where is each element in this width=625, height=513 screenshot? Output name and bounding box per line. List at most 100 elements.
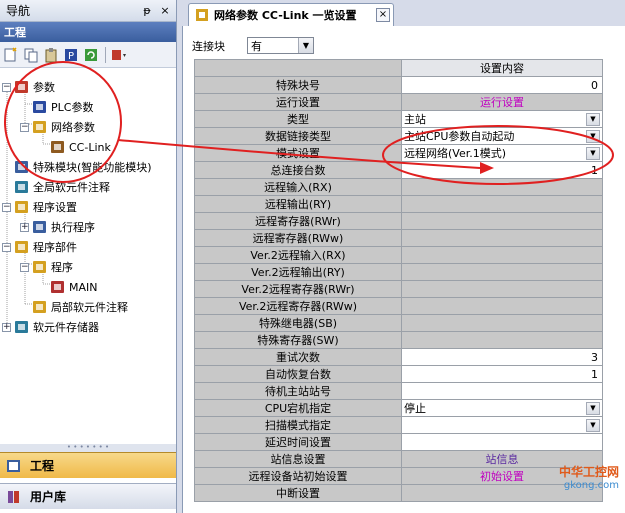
grid-row: 模式设置 远程网络(Ver.1模式) ▼ (194, 144, 603, 162)
connection-value: 有 (251, 39, 262, 53)
tree-item[interactable]: + 执行程序 (20, 218, 95, 236)
grid-row: 待机主站站号 (194, 382, 603, 400)
expand-icon[interactable]: + (2, 322, 11, 332)
grid-row-label: Ver.2远程寄存器(RWr) (194, 280, 402, 298)
cell-select-value: 主站 (404, 113, 426, 126)
pin-button[interactable]: ᵽ (140, 4, 154, 17)
tree-item[interactable]: PLC参数 (20, 98, 93, 116)
cell-select[interactable]: ▼ (404, 418, 600, 433)
tree-node-icon (50, 279, 66, 295)
grid-row: 远程寄存器(RWr) (194, 212, 603, 230)
collapse-icon[interactable]: − (2, 202, 11, 212)
grid-row-label: 类型 (194, 110, 402, 128)
toolbar-separator (105, 46, 106, 63)
tree-item[interactable]: MAIN (38, 278, 98, 296)
cell-button[interactable]: 运行设置 (480, 96, 524, 109)
chevron-down-icon: ▼ (586, 112, 600, 126)
tree-item[interactable]: − 程序 (20, 258, 73, 276)
tree-item[interactable]: − 程序设置 (2, 198, 77, 216)
tab-user-library[interactable]: 用户库 (0, 483, 176, 509)
connection-select[interactable]: 有 ▼ (247, 37, 314, 54)
grid-row: 站信息设置 站信息 (194, 450, 603, 468)
tab-project[interactable]: 工程 (0, 452, 176, 478)
tree-item-label: 全局软元件注释 (33, 181, 110, 194)
grid-row-value[interactable]: 停止 ▼ (401, 399, 603, 417)
grid-row-label: 运行设置 (194, 93, 402, 111)
tree-node-icon (14, 179, 30, 195)
grid-row-label: 延迟时间设置 (194, 433, 402, 451)
tree-item-label: 网络参数 (51, 121, 95, 134)
collapse-icon[interactable]: − (20, 262, 29, 272)
library-icon (8, 490, 19, 503)
svg-text:P: P (68, 51, 74, 62)
properties-icon[interactable]: P (62, 46, 80, 64)
grid-row-value[interactable] (401, 433, 603, 451)
cell-select[interactable]: 远程网络(Ver.1模式) ▼ (404, 146, 600, 161)
grid-row-label: 扫描模式指定 (194, 416, 402, 434)
tab-network-params[interactable]: 网络参数 CC-Link 一览设置 × (188, 3, 394, 26)
grid-row-value[interactable] (401, 382, 603, 400)
cell-select[interactable]: 主站 ▼ (404, 112, 600, 127)
grid-row-value[interactable]: 远程网络(Ver.1模式) ▼ (401, 144, 603, 162)
grid-row-value[interactable]: 0 (401, 76, 603, 94)
new-item-icon[interactable] (2, 46, 20, 64)
grid-row-label: 模式设置 (194, 144, 402, 162)
chevron-down-icon: ▼ (586, 418, 600, 432)
grid-row: 远程设备站初始设置 初始设置 (194, 467, 603, 485)
refresh-icon[interactable] (82, 46, 100, 64)
grid-row-value[interactable]: ▼ (401, 416, 603, 434)
cell-select-value: 远程网络(Ver.1模式) (404, 147, 507, 160)
tree-item[interactable]: − 网络参数 (20, 118, 95, 136)
grid-row: 自动恢复台数 1 (194, 365, 603, 383)
grid-row-value[interactable]: 3 (401, 348, 603, 366)
grid-row-value[interactable]: 1 (401, 365, 603, 383)
view-options-icon[interactable] (111, 46, 129, 64)
grid-row-value[interactable]: 1 (401, 161, 603, 179)
cell-button[interactable]: 初始设置 (480, 470, 524, 483)
tree-item[interactable]: + 软元件存储器 (2, 318, 99, 336)
grid-row-value[interactable]: 主站 ▼ (401, 110, 603, 128)
cell-button[interactable]: 站信息 (486, 453, 519, 466)
grid-header-settings: 设置内容 (401, 59, 603, 77)
project-icon (7, 459, 20, 472)
collapse-icon[interactable]: − (20, 122, 29, 132)
project-header: 工程 (0, 22, 176, 42)
tree-item[interactable]: CC-Link (38, 138, 111, 156)
grid-row: 扫描模式指定 ▼ (194, 416, 603, 434)
cell-select[interactable]: 主站CPU参数自动起动 ▼ (404, 129, 600, 144)
collapse-icon[interactable]: − (2, 242, 11, 252)
grid-row: Ver.2远程输入(RX) (194, 246, 603, 264)
grid-row-value[interactable]: 主站CPU参数自动起动 ▼ (401, 127, 603, 145)
expand-icon[interactable]: + (20, 222, 29, 232)
grid-row-label: Ver.2远程输出(RY) (194, 263, 402, 281)
tree-item[interactable]: − 程序部件 (2, 238, 77, 256)
tree-item[interactable]: 全局软元件注释 (2, 178, 110, 196)
tree-node-icon (32, 259, 48, 275)
tree-item[interactable]: − 参数 (2, 78, 55, 96)
paste-icon[interactable] (42, 46, 60, 64)
tree-item-label: CC-Link (69, 140, 111, 154)
grid-row-value (401, 229, 603, 247)
navigation-pane: 导航 ᵽ × 工程 P − 参数 PLC参数 − 网络参数 CC-Link 特殊… (0, 0, 177, 513)
copy-icon[interactable] (22, 46, 40, 64)
chevron-down-icon: ▼ (586, 401, 600, 415)
collapse-icon[interactable]: − (2, 82, 11, 92)
cell-select[interactable]: 停止 ▼ (404, 401, 600, 416)
pane-resize-grip[interactable]: • • • • • • • (0, 444, 176, 452)
tree-item[interactable]: 特殊模块(智能功能模块) (2, 158, 152, 176)
grid-row-label: 特殊寄存器(SW) (194, 331, 402, 349)
tree-item-label: 执行程序 (51, 221, 95, 234)
close-tab-button[interactable]: × (376, 8, 390, 22)
tree-item-label: MAIN (69, 280, 98, 294)
tree-node-icon (50, 139, 66, 155)
tree-item-label: 程序 (51, 261, 73, 274)
network-icon (196, 9, 208, 21)
grid-row-label: Ver.2远程寄存器(RWw) (194, 297, 402, 315)
grid-row: 数据链接类型 主站CPU参数自动起动 ▼ (194, 127, 603, 145)
nav-toolbar: P (0, 42, 176, 68)
close-nav-button[interactable]: × (158, 4, 172, 17)
tree-node-icon (14, 79, 30, 95)
grid-row-value (401, 178, 603, 196)
tree-item[interactable]: 局部软元件注释 (20, 298, 128, 316)
grid-row-label: 远程输入(RX) (194, 178, 402, 196)
